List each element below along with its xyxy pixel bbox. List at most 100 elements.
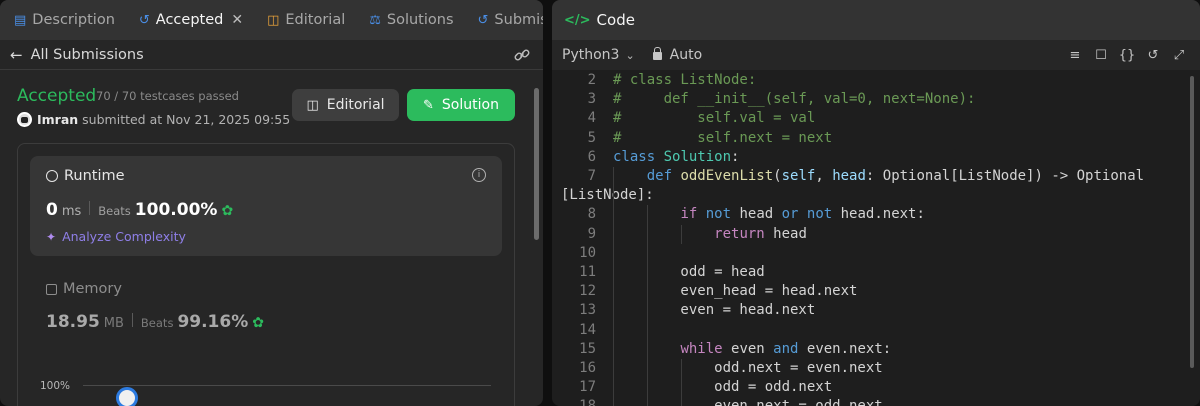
code-token: class xyxy=(613,148,656,165)
all-submissions-link[interactable]: All Submissions xyxy=(31,47,144,63)
submission-panel: ▤ Description ↺ Accepted ✕ ◫ Editorial ⚖… xyxy=(0,0,543,406)
edit-icon: ✎ xyxy=(423,97,434,113)
avatar[interactable] xyxy=(17,112,32,127)
code-token: self xyxy=(781,168,816,184)
code-icon: </> xyxy=(564,12,591,28)
line-number: 10 xyxy=(579,244,596,261)
user-position-marker[interactable] xyxy=(116,387,138,406)
code-token: while xyxy=(680,340,723,357)
tab-editorial[interactable]: ◫ Editorial xyxy=(263,0,349,40)
code-text: even = head.next xyxy=(613,301,815,320)
code-text: [ListNode]: xyxy=(561,186,654,205)
code-token: head xyxy=(764,225,807,242)
editor-tools: ≡ ☐ {} ↺ ⤢ xyxy=(1062,40,1192,70)
language-select[interactable]: Python3 ⌄ xyxy=(562,47,635,63)
clock-icon xyxy=(46,170,58,182)
runtime-unit: ms xyxy=(61,204,82,219)
line-number: 18 xyxy=(552,397,596,406)
memory-title[interactable]: Memory xyxy=(46,281,122,297)
code-token: even = head.next xyxy=(613,302,816,319)
code-text: while even and even.next: xyxy=(613,340,891,359)
memory-beats-percent: 99.16% xyxy=(177,312,249,332)
line-number: 15 xyxy=(579,340,596,357)
code-token: head xyxy=(731,206,782,223)
book-icon: ◫ xyxy=(306,97,319,113)
solution-button-label: Solution xyxy=(441,97,499,113)
flask-icon: ⚖ xyxy=(369,12,381,28)
username[interactable]: Imran xyxy=(37,112,78,127)
line-number: 8 xyxy=(587,206,596,223)
code-token: # class ListNode: xyxy=(613,72,757,88)
indent-guide xyxy=(681,224,682,244)
code-token: odd.next = even.next xyxy=(613,360,883,376)
code-token: head.next: xyxy=(832,206,925,223)
tab-label: Accepted xyxy=(155,12,224,28)
code-editor[interactable]: 2 # class ListNode: 3 # def __init__(self, … xyxy=(552,70,1200,406)
tab-label: Submission xyxy=(494,12,543,28)
runtime-card[interactable]: Runtime i 0 ms Beats 100.00% ✿ ✦ Analyze… xyxy=(30,156,502,256)
beats-label: Beats xyxy=(98,204,131,218)
tab-label: Description xyxy=(32,12,115,28)
auto-mode[interactable]: Auto xyxy=(652,47,702,63)
line-number: 4 xyxy=(587,110,596,127)
format-icon[interactable]: ≡ xyxy=(1062,48,1088,63)
code-text: even_head = head.next xyxy=(613,282,857,301)
chart-gridline xyxy=(83,385,491,386)
line-number: 3 xyxy=(587,91,596,108)
close-icon[interactable]: ✕ xyxy=(231,12,243,28)
code-text: # def __init__(self, val=0, next=None): xyxy=(613,90,975,109)
braces-icon[interactable]: {} xyxy=(1114,48,1140,63)
submitted-time: submitted at Nov 21, 2025 09:55 xyxy=(82,112,291,127)
bookmark-icon[interactable]: ☐ xyxy=(1088,48,1114,63)
tab-submissions[interactable]: ↺ Submission xyxy=(474,0,543,40)
indent-guide xyxy=(613,167,614,406)
code-token: oddEvenList xyxy=(680,168,774,184)
expand-icon[interactable]: ⤢ xyxy=(1166,48,1192,63)
sparkle-icon: ✦ xyxy=(46,229,57,244)
code-text: def oddEvenList(self, head: Optional[Lis… xyxy=(613,167,1144,186)
code-token: def xyxy=(646,168,673,184)
solution-button[interactable]: ✎ Solution xyxy=(407,89,515,121)
code-token: return xyxy=(714,225,765,242)
arrow-left-icon[interactable]: ← xyxy=(10,46,23,64)
code-token: not xyxy=(705,206,732,223)
line-number: 16 xyxy=(579,360,596,376)
chevron-down-icon: ⌄ xyxy=(625,48,635,62)
link-icon[interactable] xyxy=(513,46,531,64)
tab-description[interactable]: ▤ Description xyxy=(10,0,119,40)
submitted-info: Imran submitted at Nov 21, 2025 09:55 xyxy=(37,112,290,127)
divider xyxy=(89,201,91,215)
code-token: , xyxy=(815,168,833,184)
code-text: odd = odd.next xyxy=(613,378,832,397)
reset-icon[interactable]: ↺ xyxy=(1140,48,1166,63)
scrollbar[interactable] xyxy=(534,88,539,240)
runtime-label: Runtime xyxy=(64,168,125,184)
tab-label: Editorial xyxy=(285,12,346,28)
line-number: 2 xyxy=(587,72,596,88)
runtime-stats: 0 ms Beats 100.00% ✿ xyxy=(46,200,233,220)
code-text: # class ListNode: xyxy=(613,71,756,90)
code-text: return head xyxy=(613,225,807,244)
code-token: # self.val = val xyxy=(613,110,816,127)
history-icon: ↺ xyxy=(138,12,150,28)
tab-solutions[interactable]: ⚖ Solutions xyxy=(365,0,457,40)
panel-tab-bar: ▤ Description ↺ Accepted ✕ ◫ Editorial ⚖… xyxy=(0,0,543,40)
testcases-passed: 70 / 70 testcases passed xyxy=(96,89,239,103)
book-icon: ◫ xyxy=(267,12,280,28)
editor-scrollbar[interactable] xyxy=(1190,76,1194,368)
code-token: : xyxy=(731,148,740,165)
editorial-button[interactable]: ◫ Editorial xyxy=(292,89,399,121)
code-token: even.next = odd.next xyxy=(613,398,883,406)
info-icon[interactable]: i xyxy=(472,168,486,182)
code-token: [ListNode]: xyxy=(561,187,654,204)
line-number: 7 xyxy=(587,168,596,184)
tab-accepted[interactable]: ↺ Accepted ✕ xyxy=(135,0,247,40)
code-token: or xyxy=(781,206,799,223)
code-panel: </> Code Python3 ⌄ Auto ≡ ☐ {} ↺ ⤢ 2 # cl… xyxy=(552,0,1200,406)
beats-label: Beats xyxy=(140,316,174,330)
code-token: even.next: xyxy=(798,340,892,357)
line-number: 13 xyxy=(579,302,596,319)
analyze-complexity-link[interactable]: ✦ Analyze Complexity xyxy=(46,229,186,244)
